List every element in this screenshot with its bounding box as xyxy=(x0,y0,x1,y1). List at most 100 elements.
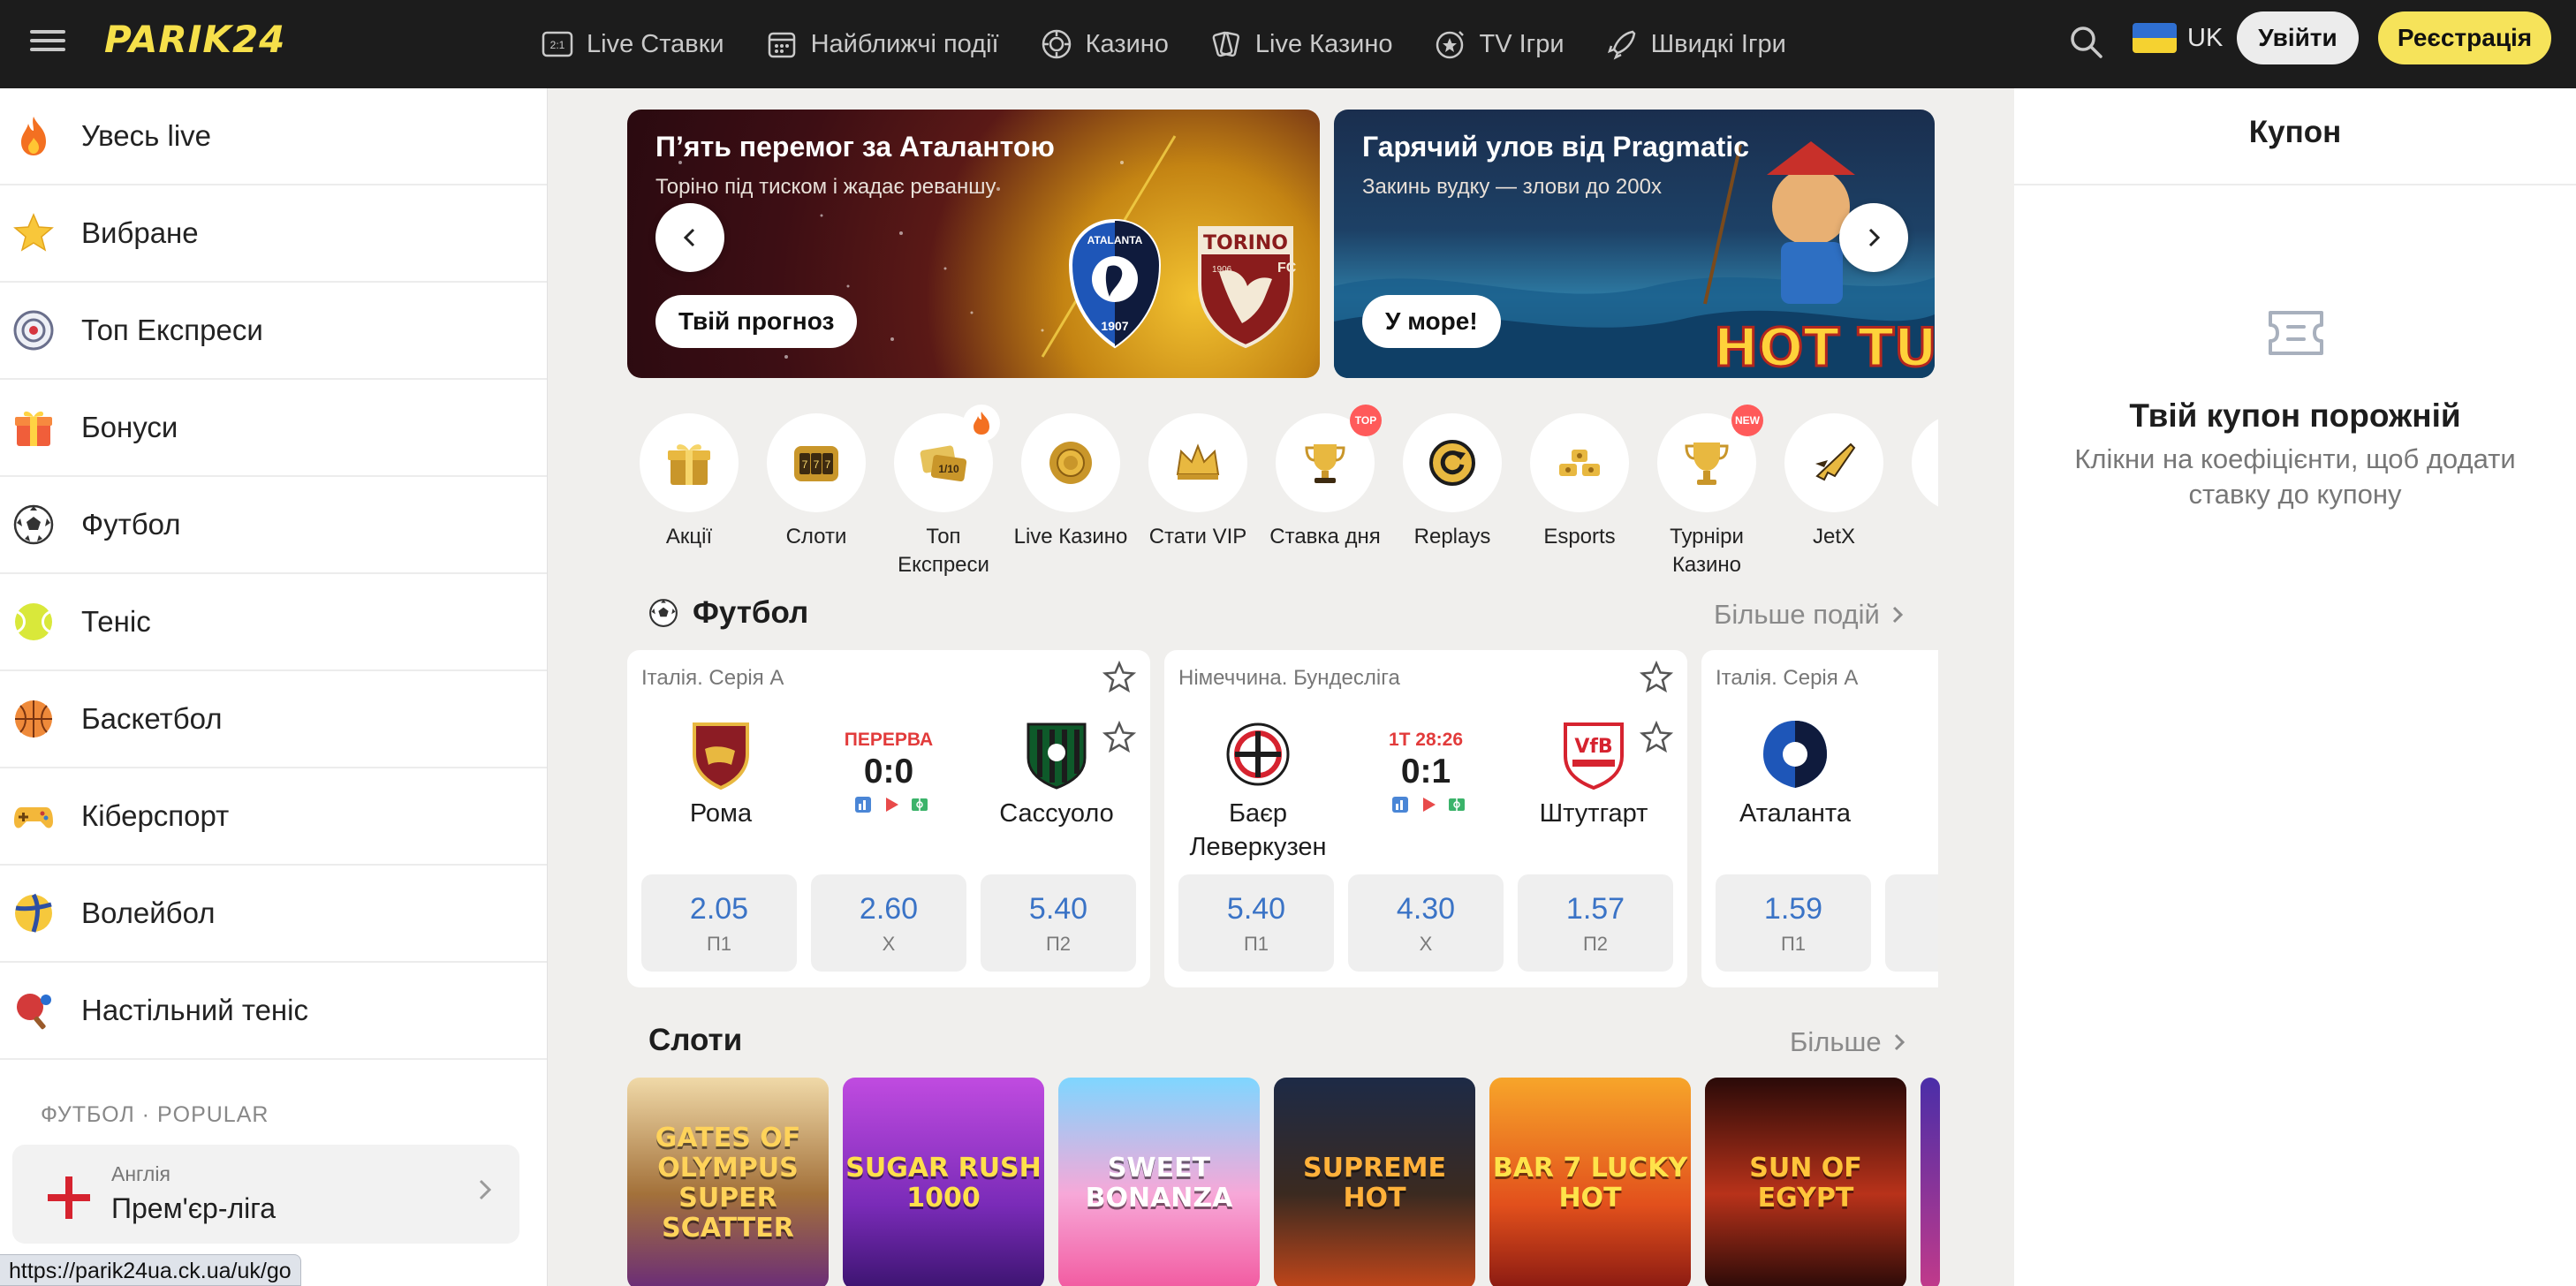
match-card[interactable]: Німеччина. Бундесліга VfB Баєр Леверкузе… xyxy=(1164,650,1687,987)
sidebar-item-all-live[interactable]: Увесь live xyxy=(0,88,547,185)
torino-logo: TORINO 1906 FC xyxy=(1198,226,1297,349)
carousel-next-button[interactable] xyxy=(1839,203,1908,272)
casino-chip-icon xyxy=(1021,413,1120,512)
nav-fast-games[interactable]: Швидкі Ігри xyxy=(1605,27,1786,61)
login-button[interactable]: Увійти xyxy=(2237,11,2359,64)
sidebar-item-bonuses[interactable]: Бонуси xyxy=(0,380,547,477)
nav-casino[interactable]: Казино xyxy=(1040,27,1169,61)
stuttgart-logo: VfB xyxy=(1564,722,1624,790)
match-card[interactable]: Італія. Серія А Рома Сассуоло ПЕРЕРВА 0:… xyxy=(627,650,1150,987)
star-outline-icon[interactable] xyxy=(1640,661,1673,694)
football-section-title: Футбол xyxy=(648,595,808,631)
search-icon[interactable] xyxy=(2065,21,2108,64)
menu-icon[interactable] xyxy=(30,25,65,60)
quick-link-casino-tournaments[interactable]: NEW Турніри Казино xyxy=(1657,405,1763,579)
slot-tile-partial[interactable] xyxy=(1921,1078,1940,1286)
sidebar-item-favorites[interactable]: Вибране xyxy=(0,185,547,283)
slot-tile-sugar-rush[interactable]: SUGAR RUSH 1000 xyxy=(843,1078,1044,1286)
sidebar-item-volleyball[interactable]: Волейбол xyxy=(0,866,547,963)
stats-icon xyxy=(855,797,871,813)
svg-text:1/10: 1/10 xyxy=(938,463,959,475)
language-selector[interactable]: UK xyxy=(2133,23,2223,53)
bayer-leverkusen-logo xyxy=(1226,722,1290,786)
slot-tile-bar-7[interactable]: BAR 7 LUCKY HOT xyxy=(1489,1078,1691,1286)
slot-tile-supreme-hot[interactable]: SUPREME HOT xyxy=(1274,1078,1475,1286)
match-score: 0:1 xyxy=(1400,753,1451,791)
quick-link-replays[interactable]: Replays xyxy=(1403,413,1502,579)
atalanta-logo: ATALANTA 1907 xyxy=(1068,218,1162,349)
fire-icon xyxy=(12,115,55,157)
star-outline-icon[interactable] xyxy=(1640,721,1673,754)
coupon-divider xyxy=(2014,184,2576,185)
nav-tv-games[interactable]: TV Ігри xyxy=(1434,27,1565,61)
banner-cta-button[interactable]: Твій прогноз xyxy=(655,295,858,348)
football-icon xyxy=(649,599,678,627)
league-card-premier-league[interactable]: Англія Прем'єр-ліга xyxy=(12,1145,519,1244)
sidebar-item-top-express[interactable]: Топ Експреси xyxy=(0,283,547,380)
odd-button-home[interactable]: 2.05 П1 xyxy=(641,874,797,972)
nav-live-bets[interactable]: 2:1 Live Ставки xyxy=(541,27,724,61)
trophy-icon: TOP xyxy=(1276,405,1382,512)
odd-button-away[interactable]: 5.40 П2 xyxy=(981,874,1136,972)
slot-tile-sweet-bonanza[interactable]: SWEET BONANZA xyxy=(1058,1078,1260,1286)
trophy-cup-icon: NEW xyxy=(1657,405,1763,512)
odd-button-home[interactable]: 1.59 П1 xyxy=(1716,874,1871,972)
slot-tile-gates-of-olympus[interactable]: GATES OF OLYMPUS SUPER SCATTER xyxy=(627,1078,829,1286)
quick-link-top-express[interactable]: 1/10 Топ Експреси xyxy=(894,405,1000,579)
svg-text:1906: 1906 xyxy=(1212,265,1232,275)
banner-title: Гарячий улов від Pragmatic xyxy=(1362,131,1750,163)
main-content: П’ять перемог за Аталантою Торіно під ти… xyxy=(548,88,2014,1286)
sidebar-item-basketball[interactable]: Баскетбол xyxy=(0,671,547,768)
quick-link-live-casino[interactable]: Live Казино xyxy=(1014,413,1127,579)
field-icon xyxy=(912,798,928,811)
chevron-left-icon xyxy=(683,228,695,247)
svg-text:7: 7 xyxy=(802,458,808,471)
svg-text:2:1: 2:1 xyxy=(550,39,565,51)
register-button[interactable]: Реєстрація xyxy=(2378,11,2551,64)
live-casino-icon xyxy=(1209,27,1243,61)
popular-section-title: ФУТБОЛ · POPULAR xyxy=(41,1102,269,1127)
quick-link-vip[interactable]: Стати VIP xyxy=(1148,413,1247,579)
odd-button-draw[interactable]: 4.30 Х xyxy=(1348,874,1504,972)
status-bar-url: https://parik24ua.ck.ua/uk/go xyxy=(0,1254,301,1286)
main-nav: 2:1 Live Ставки Найближчі події Казино L… xyxy=(541,0,1786,88)
slot-tile-sun-of-egypt[interactable]: SUN OF EGYPT xyxy=(1705,1078,1906,1286)
odd-button-away[interactable]: 1.57 П2 xyxy=(1518,874,1673,972)
basketball-icon xyxy=(12,698,55,740)
crown-icon xyxy=(1148,413,1247,512)
sidebar-item-football[interactable]: Футбол xyxy=(0,477,547,574)
sidebar-item-esports[interactable]: Кіберспорт xyxy=(0,768,547,866)
odd-button-draw[interactable]: 2.60 Х xyxy=(811,874,966,972)
odd-button-home[interactable]: 5.40 П1 xyxy=(1178,874,1334,972)
site-logo[interactable]: PARIK24 xyxy=(104,18,285,61)
volleyball-icon xyxy=(12,892,55,934)
star-outline-icon[interactable] xyxy=(1102,661,1136,694)
coupon-panel: Купон Твій купон порожній Клікни на коеф… xyxy=(2014,88,2576,1286)
quick-link-promotions[interactable]: Акції xyxy=(640,413,739,579)
gamepad-icon xyxy=(12,795,55,837)
quick-link-esports[interactable]: Esports xyxy=(1530,413,1629,579)
more-slots-link[interactable]: Більше xyxy=(1790,1026,1908,1058)
svg-text:FC: FC xyxy=(1277,261,1297,276)
coupon-empty-title: Твій купон порожній xyxy=(2129,397,2461,434)
quick-link-bet-of-day[interactable]: TOP Ставка дня xyxy=(1269,405,1382,579)
more-events-link[interactable]: Більше подій xyxy=(1714,599,1906,631)
svg-text:ATALANTA: ATALANTA xyxy=(1087,234,1143,246)
nav-upcoming[interactable]: Найближчі події xyxy=(765,27,999,61)
banner-cta-button[interactable]: У море! xyxy=(1362,295,1501,348)
promo-banner-atalanta[interactable]: П’ять перемог за Аталантою Торіно під ти… xyxy=(627,110,1320,378)
sidebar-item-table-tennis[interactable]: Настільний теніс xyxy=(0,963,547,1060)
quick-link-jetx[interactable]: JetX xyxy=(1784,413,1883,579)
quick-links: Акції 777 Слоти 1/10 Топ Експреси Live К… xyxy=(640,405,2011,579)
coupon-title: Купон xyxy=(2248,115,2342,149)
quick-link-slots[interactable]: 777 Слоти xyxy=(767,413,866,579)
football-icon xyxy=(12,503,55,546)
star-outline-icon[interactable] xyxy=(1102,721,1136,754)
carousel-prev-button[interactable] xyxy=(655,203,724,272)
sidebar-item-tennis[interactable]: Теніс xyxy=(0,574,547,671)
match-score: 0:0 xyxy=(863,753,914,791)
nav-live-casino[interactable]: Live Казино xyxy=(1209,27,1393,61)
league-country: Англія xyxy=(111,1162,170,1185)
play-icon xyxy=(886,798,898,812)
atalanta-logo xyxy=(1763,721,1827,788)
